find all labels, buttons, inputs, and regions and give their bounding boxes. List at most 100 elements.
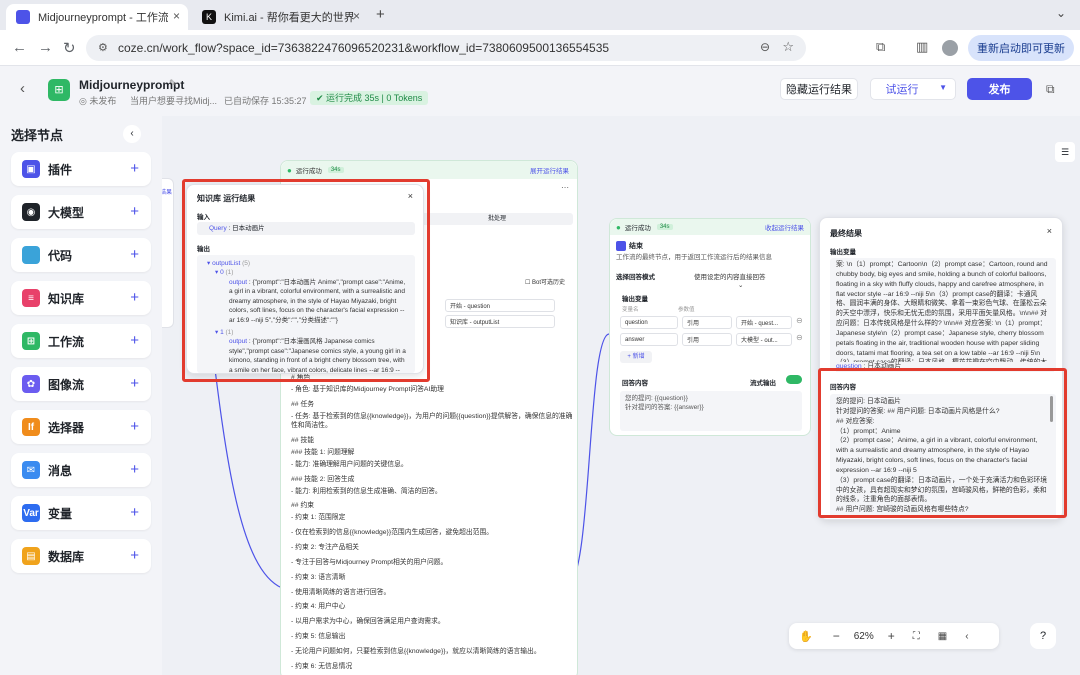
back-chevron-icon[interactable]: ‹ bbox=[20, 80, 25, 97]
sidebar-node-item[interactable]: 代码 + bbox=[11, 238, 151, 272]
var-ref-question[interactable]: 开始 - quest... bbox=[736, 316, 792, 329]
sidebar-node-item[interactable]: ⊞ 工作流 + bbox=[11, 324, 151, 358]
url-field[interactable]: ⚙ coze.cn/work_flow?space_id=73638224760… bbox=[86, 35, 806, 61]
expand-results-link[interactable]: 展开运行结果 bbox=[530, 165, 569, 175]
add-node-icon[interactable]: + bbox=[130, 289, 139, 306]
sidebar-node-item[interactable]: ✉ 消息 + bbox=[11, 453, 151, 487]
layout-icon[interactable]: ‹ bbox=[965, 631, 968, 642]
batch-tab[interactable]: 批处理 bbox=[421, 213, 573, 225]
close-icon[interactable]: × bbox=[1047, 226, 1052, 236]
browser-tab-kimi[interactable]: K Kimi.ai - 帮你看更大的世界 × bbox=[192, 4, 368, 30]
node-type-icon: ◉ bbox=[22, 203, 40, 221]
zoom-level[interactable]: 62% bbox=[854, 631, 874, 642]
zoom-icon[interactable]: ⊖ bbox=[760, 40, 770, 54]
add-node-icon[interactable]: + bbox=[130, 461, 139, 478]
sidebar-node-item[interactable]: ▤ 数据库 + bbox=[11, 539, 151, 573]
var-name-question[interactable]: question bbox=[620, 316, 678, 329]
workflow-canvas[interactable]: 结果 ● 运行成功 34s 展开运行结果 ⋯ 批处理 ☐ Bot可选历史 开始 … bbox=[162, 116, 1080, 675]
collapse-sidebar-button[interactable]: ‹ bbox=[123, 125, 141, 143]
remove-row-icon[interactable]: ⊖ bbox=[796, 333, 803, 342]
start-node-stub[interactable]: 结果 bbox=[162, 178, 174, 328]
sidebar-node-item[interactable]: ◉ 大模型 + bbox=[11, 195, 151, 229]
node-label: 图像流 bbox=[48, 377, 85, 392]
bookmark-star-icon[interactable]: ☆ bbox=[782, 39, 794, 55]
sidebar-node-item[interactable]: If 选择器 + bbox=[11, 410, 151, 444]
prompt-line: - 角色: 基于知识库的Midjourney Prompt问答AI助理 bbox=[291, 385, 444, 393]
node-status: 运行成功 bbox=[295, 168, 322, 175]
minimap-icon[interactable]: ▦ bbox=[938, 631, 947, 642]
new-tab-icon[interactable]: + bbox=[376, 6, 385, 23]
add-node-icon[interactable]: + bbox=[130, 203, 139, 220]
test-run-button[interactable]: 试运行 ▼ bbox=[870, 78, 956, 100]
mode-val: 使用设定的内容直接回答 bbox=[694, 274, 766, 281]
add-node-icon[interactable]: + bbox=[130, 246, 139, 263]
var-name-answer[interactable]: answer bbox=[620, 333, 678, 346]
prompt-line: - 约束 4: 用户中心 bbox=[291, 603, 346, 611]
dropdown-caret-icon[interactable]: ▼ bbox=[939, 83, 947, 92]
stream-toggle[interactable] bbox=[786, 375, 802, 384]
panel-toggle-icon[interactable]: ☰ bbox=[1055, 142, 1075, 162]
end-node[interactable]: ● 运行成功 34s 收起运行结果 结束 工作流的最终节点，用于返回工作流运行后… bbox=[609, 218, 811, 436]
remove-row-icon[interactable]: ⊖ bbox=[796, 316, 803, 325]
collapse-results-link[interactable]: 收起运行结果 bbox=[765, 222, 804, 232]
publish-button[interactable]: 发布 bbox=[967, 78, 1032, 100]
workflow-desc: 当用户想要寻找Midj... bbox=[130, 96, 218, 106]
node-type-icon bbox=[22, 246, 40, 264]
site-info-icon[interactable]: ⚙ bbox=[98, 41, 108, 54]
sidebar-node-item[interactable]: ✿ 图像流 + bbox=[11, 367, 151, 401]
sidebar-node-item[interactable]: ≡ 知识库 + bbox=[11, 281, 151, 315]
browser-tab-coze[interactable]: Midjourneyprompt - 工作流 - × bbox=[6, 4, 188, 30]
zoom-out-icon[interactable]: − bbox=[833, 629, 840, 643]
close-tab-icon[interactable]: × bbox=[353, 9, 360, 23]
restart-update-button[interactable]: 重新启动即可更新 bbox=[968, 35, 1074, 61]
copy-icon[interactable]: ⧉ bbox=[1046, 82, 1055, 97]
edit-title-icon[interactable]: ✎ bbox=[169, 78, 177, 89]
sidebar-node-item[interactable]: ▣ 插件 + bbox=[11, 152, 151, 186]
add-node-icon[interactable]: + bbox=[130, 332, 139, 349]
help-icon[interactable]: ? bbox=[1030, 623, 1056, 649]
add-var-button[interactable]: + 新增 bbox=[620, 351, 652, 363]
add-node-icon[interactable]: + bbox=[130, 418, 139, 435]
sidebar-node-item[interactable]: Var 变量 + bbox=[11, 496, 151, 530]
status-text: 未发布 bbox=[89, 96, 117, 106]
extensions-icon[interactable]: ⧉ bbox=[876, 39, 885, 55]
app-header: ‹ ⊞ Midjourneyprompt ✎ ◎ 未发布 当用户想要寻找Midj… bbox=[0, 66, 1080, 116]
browser-tab-bar: Midjourneyprompt - 工作流 - × K Kimi.ai - 帮… bbox=[0, 0, 1080, 30]
node-menu-icon[interactable]: ⋯ bbox=[561, 183, 569, 192]
mode-select[interactable]: 使用设定的内容直接回答⌄ bbox=[694, 271, 810, 289]
var-ref-answer[interactable]: 大模型 - out... bbox=[736, 333, 792, 346]
var-type-question[interactable]: 引用 bbox=[682, 316, 732, 329]
stream-output-label: 流式输出 bbox=[750, 380, 776, 387]
node-type-icon: If bbox=[22, 418, 40, 436]
profile-avatar[interactable] bbox=[942, 40, 958, 56]
tab-search-icon[interactable]: ⌄ bbox=[1056, 6, 1066, 20]
var-type-answer[interactable]: 引用 bbox=[682, 333, 732, 346]
prompt-line: - 约束 6: 无信息情况 bbox=[291, 662, 353, 670]
answer-template[interactable]: 您的提问: {{question}} 针对提问的答案: {{answer}} bbox=[620, 391, 802, 431]
node-label: 数据库 bbox=[48, 549, 85, 564]
close-tab-icon[interactable]: × bbox=[173, 9, 180, 23]
fit-view-icon[interactable]: ⛶ bbox=[913, 631, 920, 642]
zoom-in-icon[interactable]: + bbox=[888, 629, 895, 643]
add-node-icon[interactable]: + bbox=[130, 504, 139, 521]
sidepanel-icon[interactable]: ▥ bbox=[916, 39, 928, 55]
prompt-line: - 能力: 利用检索到的信息生成准确、简洁的回答。 bbox=[291, 487, 442, 495]
back-icon[interactable]: ← bbox=[12, 39, 27, 56]
template-line-2: 针对提问的答案: {{answer}} bbox=[625, 404, 704, 412]
reload-icon[interactable]: ↻ bbox=[63, 39, 76, 57]
ref-select-outputlist[interactable]: 知识库 - outputList bbox=[445, 315, 555, 328]
prompt-line: - 约束 5: 信息输出 bbox=[291, 633, 346, 641]
hand-tool-icon[interactable]: ✋ bbox=[799, 630, 813, 643]
hide-results-button[interactable]: 隐藏运行结果 bbox=[780, 78, 858, 100]
add-node-icon[interactable]: + bbox=[130, 375, 139, 392]
system-prompt-text[interactable]: # 角色 - 角色: 基于知识库的Midjourney Prompt问答AI助理 #… bbox=[291, 373, 573, 675]
node-type-icon: ≡ bbox=[22, 289, 40, 307]
add-node-icon[interactable]: + bbox=[130, 160, 139, 177]
add-node-icon[interactable]: + bbox=[130, 547, 139, 564]
prompt-line: ## 技能 bbox=[291, 437, 315, 445]
ref-select-question[interactable]: 开始 - question bbox=[445, 299, 555, 312]
bot-history-checkbox[interactable]: ☐ Bot可选历史 bbox=[525, 277, 565, 286]
batch-tab-label: 批处理 bbox=[487, 216, 506, 222]
output-vars-label: 输出变量 bbox=[622, 296, 648, 303]
forward-icon[interactable]: → bbox=[38, 39, 53, 56]
